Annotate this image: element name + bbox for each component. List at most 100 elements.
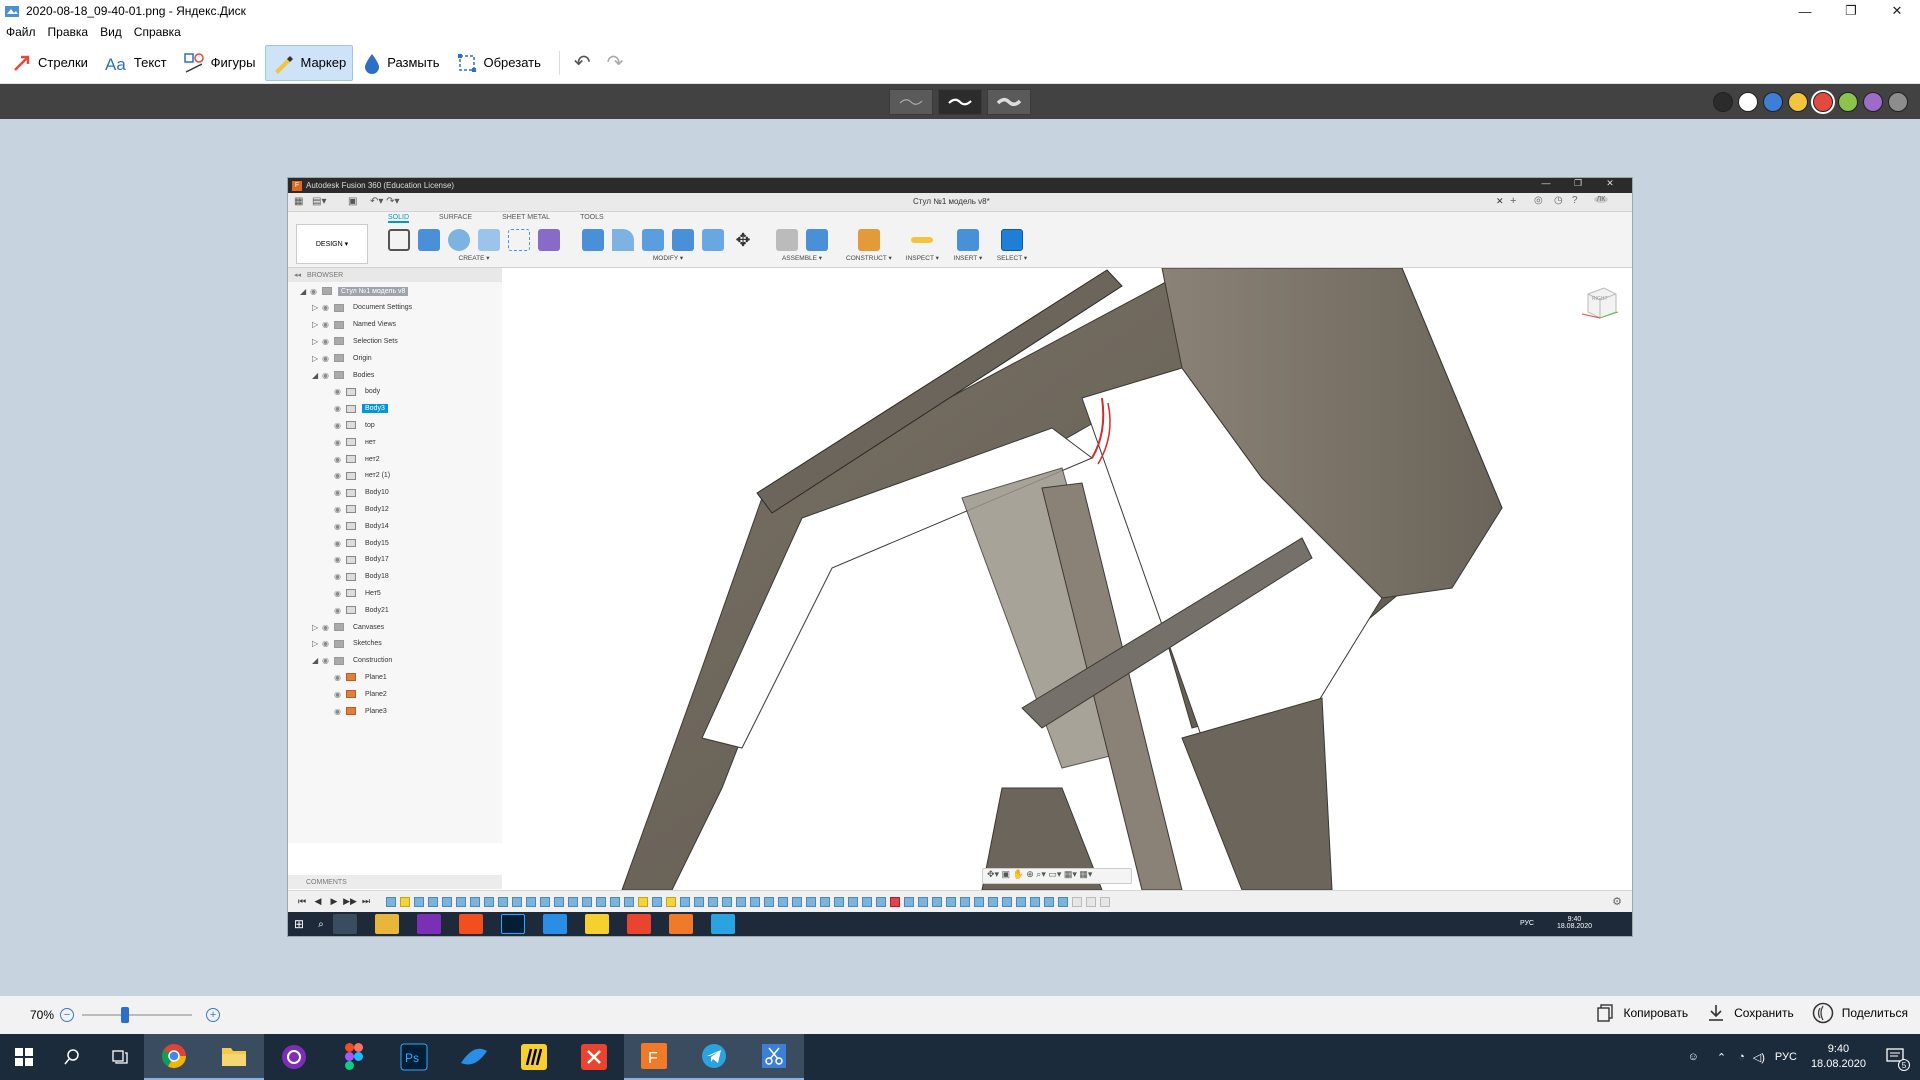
timeline-play-icon[interactable]: ▶ <box>326 896 342 907</box>
select-icon[interactable] <box>1001 229 1024 251</box>
inspect-label[interactable]: INSPECT ▾ <box>906 254 939 262</box>
stroke-thin-button[interactable] <box>889 89 933 115</box>
help-icon[interactable]: ? <box>1572 195 1578 206</box>
insert-label[interactable]: INSERT ▾ <box>954 254 983 262</box>
visibility-eye-icon[interactable]: ◉ <box>334 555 346 564</box>
file-menu-icon[interactable]: ▤▾ <box>312 196 326 207</box>
timeline-feature[interactable] <box>722 896 732 907</box>
visibility-eye-icon[interactable]: ◉ <box>322 656 334 665</box>
taskbar-chrome[interactable] <box>144 1034 204 1080</box>
comments-panel[interactable]: COMMENTS <box>288 875 502 889</box>
joint-icon[interactable] <box>776 229 798 251</box>
expand-toggle-icon[interactable]: ▷ <box>312 639 322 648</box>
color-swatch[interactable] <box>1738 92 1758 112</box>
arrows-tool[interactable]: Стрелки <box>6 45 94 81</box>
timeline-feature[interactable] <box>638 896 648 907</box>
visibility-eye-icon[interactable]: ◉ <box>334 673 346 682</box>
visibility-eye-icon[interactable]: ◉ <box>334 471 346 480</box>
timeline-feature[interactable] <box>442 896 452 907</box>
timeline-feature[interactable] <box>596 896 606 907</box>
people-icon[interactable]: ☺ <box>1688 1051 1699 1063</box>
undo-redo-icons[interactable]: ↶▾ ↷▾ <box>370 196 400 207</box>
chair-model[interactable] <box>502 268 1632 890</box>
visibility-eye-icon[interactable]: ◉ <box>334 572 346 581</box>
expand-toggle-icon[interactable]: ◢ <box>312 656 322 665</box>
menu-edit[interactable]: Правка <box>48 25 89 39</box>
create-label[interactable]: CREATE ▾ <box>459 254 490 262</box>
visibility-eye-icon[interactable]: ◉ <box>322 639 334 648</box>
timeline-feature[interactable] <box>960 896 970 907</box>
start-button[interactable] <box>0 1034 48 1080</box>
timeline-feature[interactable] <box>1044 896 1054 907</box>
visibility-eye-icon[interactable]: ◉ <box>334 455 346 464</box>
tree-body[interactable]: ◉ нет2 (1) <box>324 469 393 483</box>
tree-item[interactable]: ▷ ◉ Named Views <box>312 318 399 332</box>
new-component-icon[interactable] <box>806 229 828 251</box>
timeline-feature[interactable] <box>1016 896 1026 907</box>
taskbar-search-button[interactable] <box>48 1034 96 1080</box>
timeline-feature[interactable] <box>456 896 466 907</box>
timeline-feature[interactable] <box>1058 896 1068 907</box>
taskbar-app2[interactable] <box>444 1034 504 1080</box>
timeline-forward-icon[interactable]: ▶▶ <box>342 896 358 907</box>
timeline-feature[interactable] <box>988 896 998 907</box>
fusion-close[interactable]: ✕ <box>1594 178 1626 189</box>
color-swatch[interactable] <box>1863 92 1883 112</box>
expand-toggle-icon[interactable]: ◢ <box>312 371 322 380</box>
language-indicator[interactable]: РУС <box>1775 1051 1797 1063</box>
tab-solid[interactable]: SOLID <box>388 214 410 223</box>
document-tab[interactable]: Стул №1 модель v8* <box>913 197 990 206</box>
timeline-feature[interactable] <box>540 896 550 907</box>
construct-label[interactable]: CONSTRUCT ▾ <box>846 254 892 262</box>
visibility-eye-icon[interactable]: ◉ <box>322 320 334 329</box>
marker-tool[interactable]: Маркер <box>265 44 354 81</box>
visibility-eye-icon[interactable]: ◉ <box>322 371 334 380</box>
stroke-thick-button[interactable] <box>987 89 1031 115</box>
visibility-eye-icon[interactable]: ◉ <box>322 337 334 346</box>
timeline-feature[interactable] <box>764 896 774 907</box>
visibility-eye-icon[interactable]: ◉ <box>334 438 346 447</box>
timeline-feature[interactable] <box>652 896 662 907</box>
menu-view[interactable]: Вид <box>100 25 122 39</box>
form-icon[interactable] <box>538 229 560 251</box>
tree-body[interactable]: ◉ нет2 <box>324 452 383 466</box>
timeline-feature[interactable] <box>778 896 788 907</box>
revolve-icon[interactable] <box>448 229 470 251</box>
color-swatch[interactable] <box>1813 92 1833 112</box>
timeline-feature[interactable] <box>1030 896 1040 907</box>
visibility-eye-icon[interactable]: ◉ <box>334 387 346 396</box>
grid-menu-icon[interactable]: ▦ <box>294 196 303 207</box>
offset-plane-icon[interactable] <box>857 229 880 251</box>
select-label[interactable]: SELECT ▾ <box>997 254 1027 262</box>
visibility-eye-icon[interactable]: ◉ <box>310 287 322 296</box>
timeline-feature[interactable] <box>666 896 676 907</box>
timeline-feature[interactable] <box>792 896 802 907</box>
tree-item[interactable]: ▷ ◉ Canvases <box>312 620 387 634</box>
expand-toggle-icon[interactable]: ▷ <box>312 354 322 363</box>
tree-body[interactable]: ◉ Нет5 <box>324 586 384 600</box>
tree-body[interactable]: ◉ Body15 <box>324 536 392 550</box>
assemble-label[interactable]: ASSEMBLE ▾ <box>782 254 822 262</box>
tree-body[interactable]: ◉ Body14 <box>324 519 392 533</box>
timeline-feature[interactable] <box>680 896 690 907</box>
timeline-feature[interactable] <box>848 896 858 907</box>
visibility-eye-icon[interactable]: ◉ <box>334 690 346 699</box>
timeline-feature[interactable] <box>694 896 704 907</box>
timeline-back-icon[interactable]: ◀ <box>310 896 326 907</box>
timeline-end-icon[interactable]: ⏭ <box>358 896 374 907</box>
timeline-feature[interactable] <box>512 896 522 907</box>
tree-body[interactable]: ◉ Body21 <box>324 603 392 617</box>
timeline-feature[interactable] <box>820 896 830 907</box>
color-swatch[interactable] <box>1763 92 1783 112</box>
taskbar-app[interactable] <box>264 1034 324 1080</box>
expand-toggle-icon[interactable]: ◢ <box>300 287 310 296</box>
tab-tools[interactable]: TOOLS <box>580 214 604 223</box>
tree-root[interactable]: ◢ ◉ Стул №1 модель v8 <box>300 284 409 298</box>
timeline-feature[interactable] <box>1072 896 1082 907</box>
visibility-eye-icon[interactable]: ◉ <box>334 589 346 598</box>
visibility-eye-icon[interactable]: ◉ <box>334 606 346 615</box>
color-swatch[interactable] <box>1888 92 1908 112</box>
tree-body[interactable]: ◉ Body10 <box>324 486 392 500</box>
color-swatch[interactable] <box>1713 92 1733 112</box>
taskbar-explorer[interactable] <box>204 1034 264 1080</box>
